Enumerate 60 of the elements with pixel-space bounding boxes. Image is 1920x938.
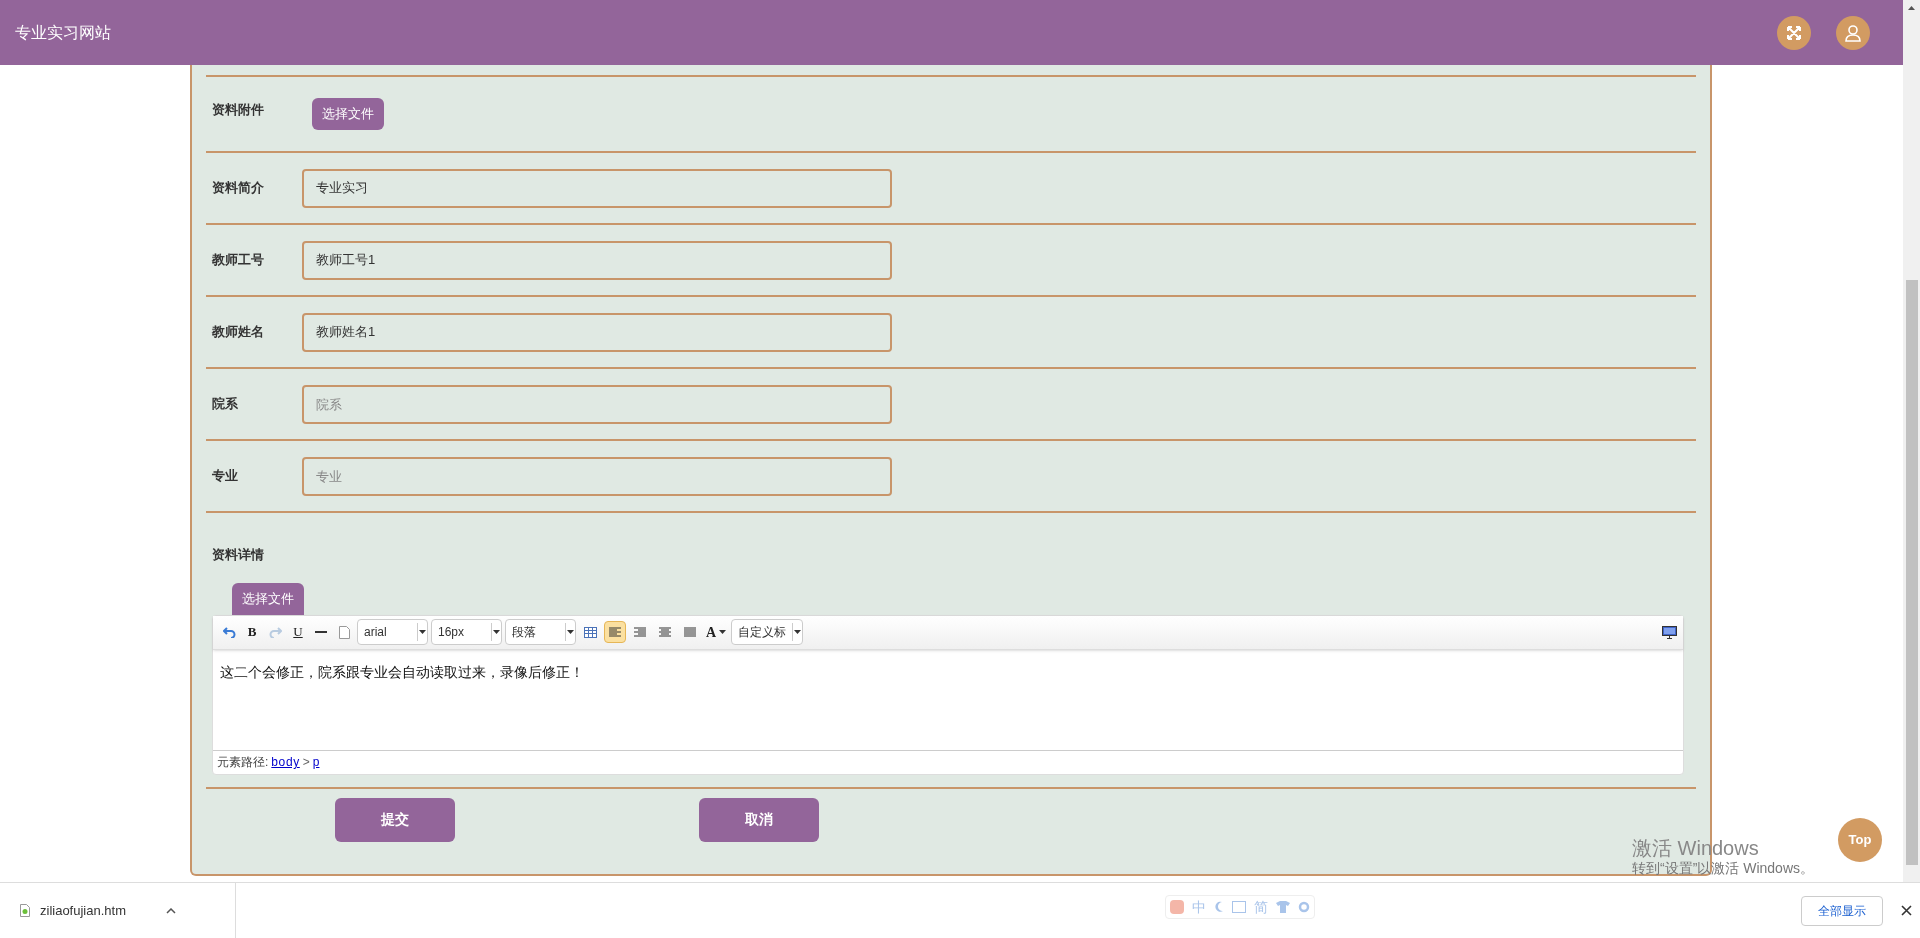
settings-icon[interactable] [1298, 901, 1310, 913]
field-label: 资料简介 [211, 179, 265, 198]
toolbar-dropdown[interactable]: 段落 [505, 619, 576, 645]
show-all-button[interactable]: 全部显示 [1801, 895, 1883, 926]
field-label: 教师工号 [211, 251, 265, 270]
caret-icon [719, 630, 727, 634]
field-label: 专业 [211, 467, 239, 486]
toolbar-dropdown[interactable]: arial [357, 619, 428, 645]
submit-button[interactable]: 提交 [335, 797, 455, 842]
path-link[interactable]: p [312, 753, 320, 771]
user-icon [1844, 23, 1862, 42]
download-file-name[interactable]: ziliaofujian.htm [40, 900, 126, 921]
scroll-up-icon[interactable] [1908, 6, 1915, 10]
text-field[interactable]: 专业实习 [302, 168, 892, 208]
underline-button[interactable]: U [288, 621, 308, 643]
site-title: 专业实习网站 [15, 22, 111, 43]
cancel-button[interactable]: 取消 [699, 797, 819, 842]
shirt-icon[interactable] [1276, 901, 1290, 913]
align-button[interactable] [604, 621, 626, 643]
caret-icon [567, 630, 574, 634]
bold-button[interactable]: B [242, 621, 262, 643]
path-separator: > [302, 754, 310, 771]
redo-icon [268, 626, 282, 638]
table-icon [583, 626, 597, 638]
text-field[interactable]: 教师姓名1 [302, 312, 892, 352]
font-color-button[interactable]: A [704, 621, 729, 643]
toolbar-dropdown[interactable]: 自定义标 [731, 619, 804, 645]
moon-icon[interactable] [1214, 901, 1224, 913]
toolbar-dropdown[interactable]: 16px [431, 619, 502, 645]
caret-icon [794, 630, 802, 634]
text-field[interactable]: 院系 [302, 384, 892, 424]
scrollbar[interactable] [1903, 0, 1920, 882]
chevron-up-icon[interactable] [166, 907, 176, 914]
close-icon[interactable] [1901, 905, 1912, 916]
text-field[interactable]: 教师工号1 [302, 240, 892, 280]
choose-file-button[interactable]: 选择文件 [312, 98, 384, 130]
expand-icon [1786, 24, 1802, 41]
document-icon [338, 625, 350, 639]
editor-text[interactable]: 这二个会修正，院系跟专业会自动读取过来，录像后修正！ [220, 661, 584, 683]
align-icon [659, 626, 671, 638]
path-link[interactable]: body [271, 753, 300, 771]
field-label: 资料附件 [211, 101, 265, 120]
keyboard-icon[interactable] [1232, 901, 1246, 913]
field-label: 资料详情 [211, 546, 265, 564]
monitor-icon[interactable] [1662, 625, 1677, 639]
choose-file-button[interactable]: 选择文件 [232, 582, 304, 615]
element-path-label: 元素路径: [217, 754, 269, 771]
align-icon [609, 626, 621, 638]
field-label: 院系 [211, 395, 239, 414]
file-icon [20, 904, 30, 917]
ime-logo-icon[interactable] [1170, 900, 1184, 914]
text-field[interactable]: 专业 [302, 456, 892, 496]
user-button[interactable] [1836, 15, 1870, 50]
caret-icon [419, 630, 426, 634]
undo-icon [222, 626, 236, 638]
align-icon [634, 626, 646, 638]
fullscreen-button[interactable] [1777, 15, 1811, 50]
caret-icon [493, 630, 500, 634]
field-label: 教师姓名 [211, 323, 265, 342]
align-icon [684, 626, 696, 638]
